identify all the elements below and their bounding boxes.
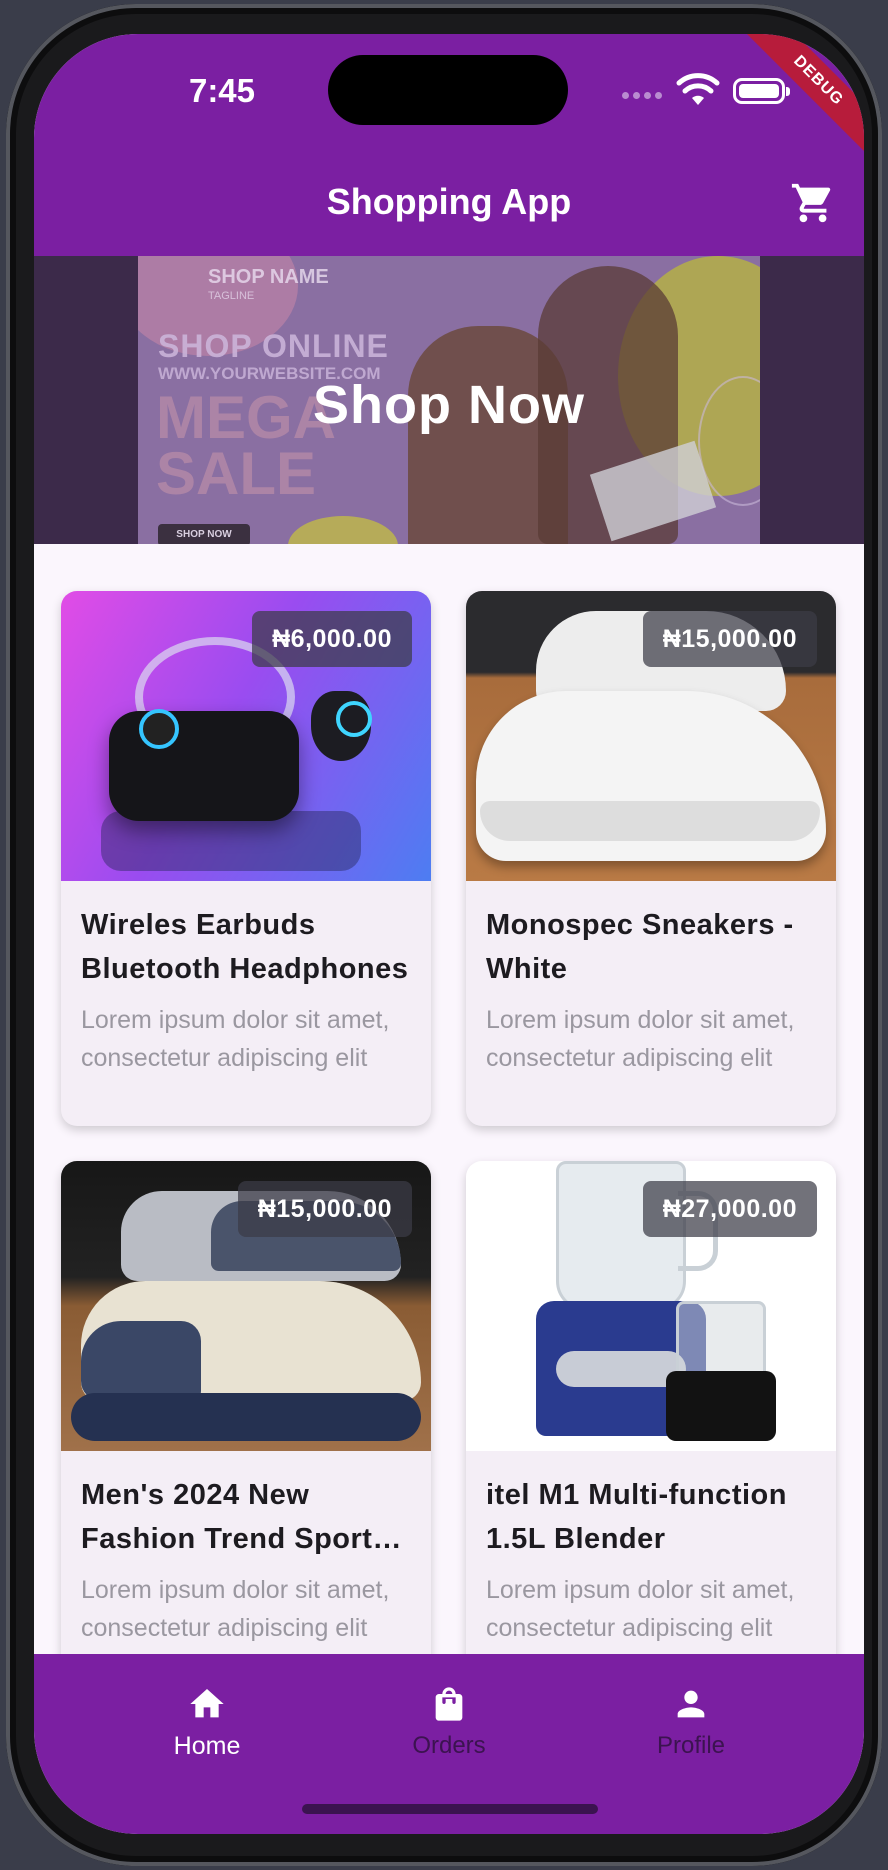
app-screen: 7:45 DEBUG Shopping App SHOP NAME TAGLIN…: [34, 34, 864, 1834]
price-badge: ₦15,000.00: [237, 1181, 412, 1237]
product-title: Wireles Earbuds Bluetooth Headphones: [81, 909, 409, 985]
nav-label-home: Home: [173, 1732, 241, 1760]
product-title: Monospec Sneakers - White: [486, 909, 794, 985]
wifi-icon: [676, 73, 720, 105]
nav-label-orders: Orders: [412, 1732, 486, 1759]
product-description: Lorem ipsum dolor sit amet, consectetur …: [486, 1576, 795, 1642]
banner-shop-name: SHOP NAME: [208, 266, 329, 288]
person-icon: [677, 1690, 705, 1718]
app-bar: 7:45 DEBUG Shopping App: [34, 34, 864, 256]
nav-item-profile[interactable]: Profile: [591, 1684, 791, 1760]
home-indicator: [302, 1804, 598, 1814]
nav-item-home[interactable]: Home: [107, 1684, 307, 1761]
bottom-navigation: Home Orders Profile: [34, 1654, 864, 1834]
signal-icon: [622, 92, 666, 102]
product-card[interactable]: ₦27,000.00 itel M1 Multi-function 1.5L B…: [466, 1161, 836, 1696]
product-title: Men's 2024 New Fashion Trend Sports Shoe…: [81, 1479, 390, 1555]
product-description: Lorem ipsum dolor sit amet, consectetur …: [81, 1576, 390, 1642]
shopping-bag-icon: [435, 1687, 463, 1721]
cart-icon[interactable]: [790, 180, 836, 226]
price-badge: ₦15,000.00: [642, 611, 817, 667]
banner-title: Shop Now: [313, 375, 585, 435]
status-time: 7:45: [188, 72, 256, 109]
home-icon: [190, 1689, 224, 1718]
price-badge: ₦6,000.00: [252, 611, 412, 667]
app-title: Shopping App: [326, 181, 572, 222]
banner-shop-now-button: SHOP NOW: [158, 524, 250, 544]
product-card[interactable]: ₦15,000.00 Monospec Sneakers - White Lor…: [466, 591, 836, 1126]
banner-headline: SHOP ONLINE: [158, 328, 389, 364]
product-title: itel M1 Multi-function 1.5L Blender: [486, 1479, 787, 1555]
product-card[interactable]: ₦15,000.00 Men's 2024 New Fashion Trend …: [61, 1161, 431, 1696]
battery-icon: [733, 78, 790, 104]
product-card[interactable]: ₦6,000.00 Wireles Earbuds Bluetooth Head…: [61, 591, 431, 1126]
nav-label-profile: Profile: [656, 1732, 726, 1759]
nav-item-orders[interactable]: Orders: [349, 1684, 549, 1760]
dynamic-island: [328, 55, 568, 125]
product-description: Lorem ipsum dolor sit amet, consectetur …: [486, 1006, 795, 1072]
banner-tagline: TAGLINE: [208, 290, 255, 302]
price-badge: ₦27,000.00: [642, 1181, 817, 1237]
promo-banner[interactable]: SHOP NAME TAGLINE SHOP ONLINE WWW.YOURWE…: [34, 256, 864, 544]
product-description: Lorem ipsum dolor sit amet, consectetur …: [81, 1006, 390, 1072]
